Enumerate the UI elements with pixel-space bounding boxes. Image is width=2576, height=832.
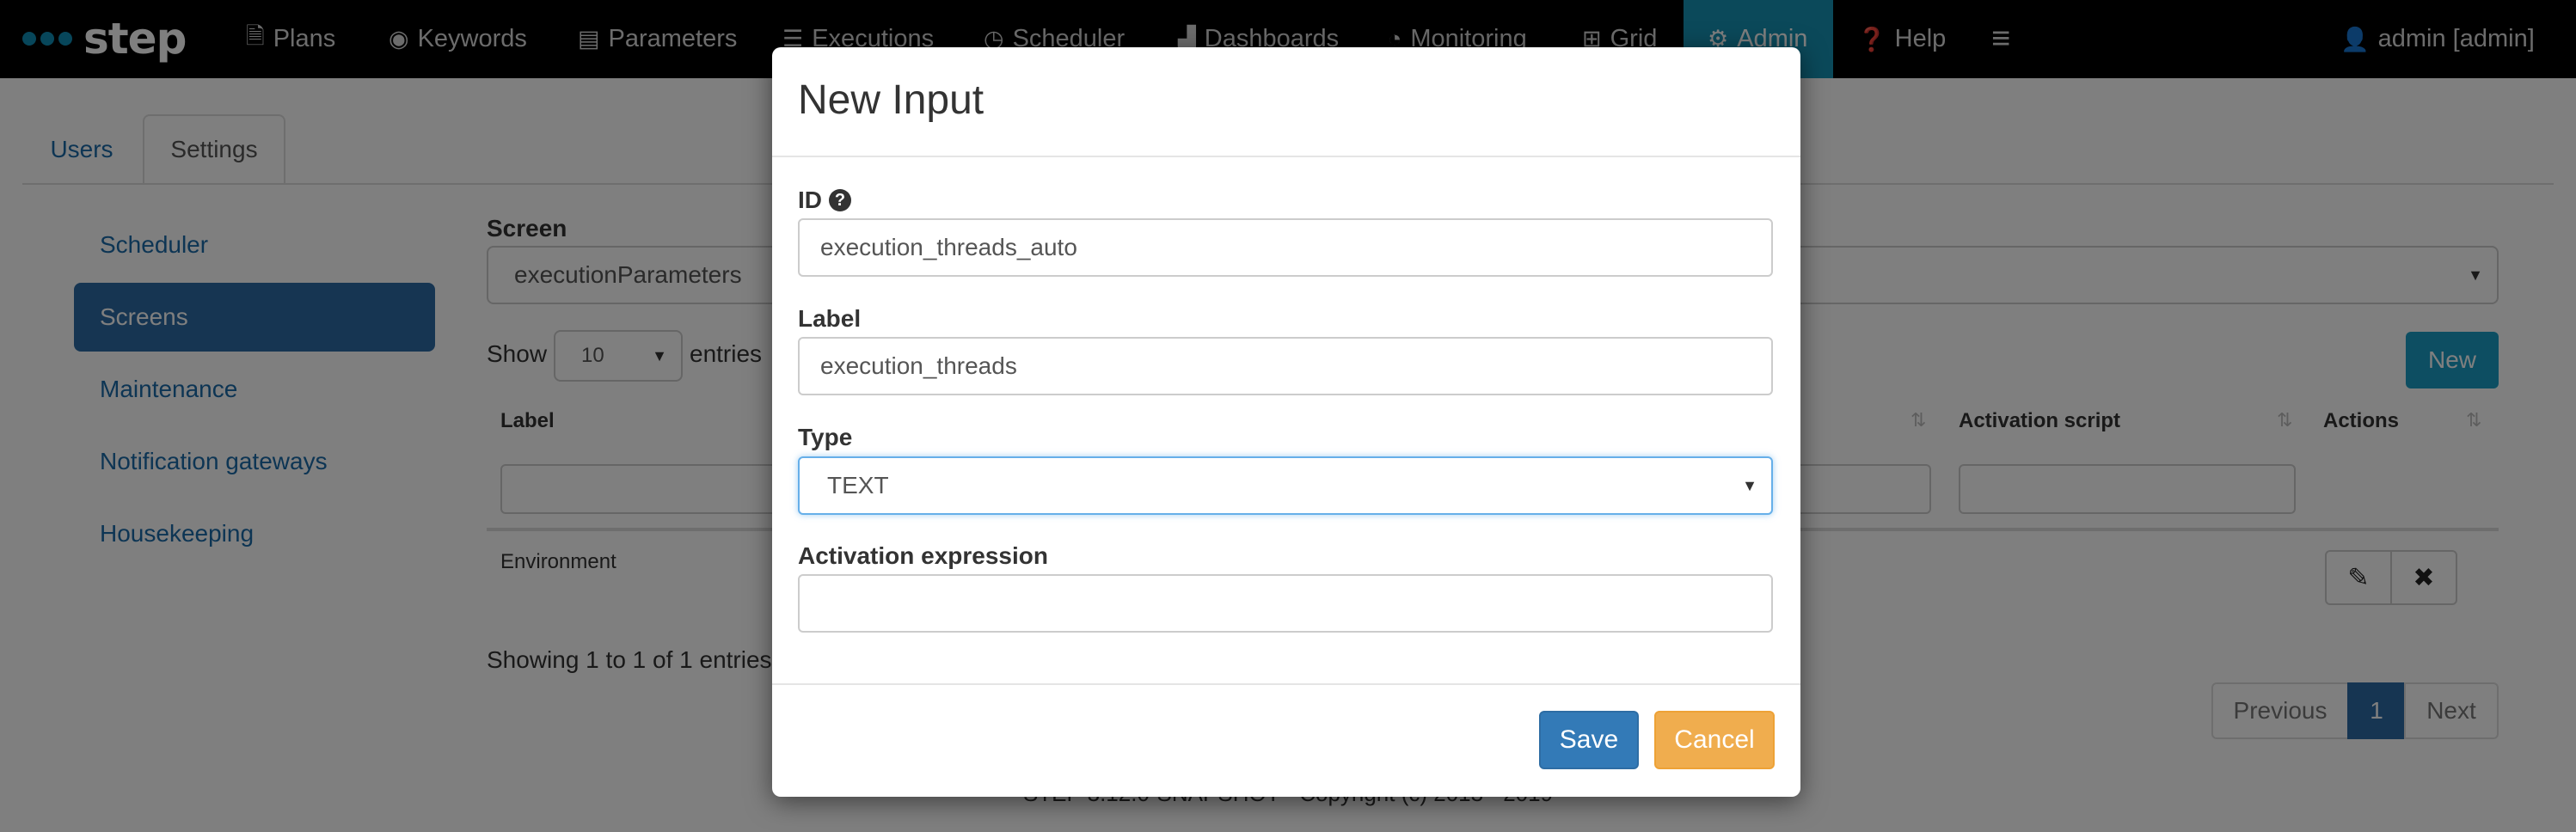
label-field[interactable]: execution_threads — [798, 337, 1773, 395]
type-label: Type — [798, 424, 853, 450]
cancel-button[interactable]: Cancel — [1654, 711, 1775, 769]
new-input-modal: New Input ID ? execution_threads_auto La… — [772, 47, 1800, 797]
label-label: Label — [798, 305, 862, 332]
modal-footer-divider — [772, 683, 1800, 685]
activation-expression-field[interactable] — [798, 574, 1773, 633]
activation-expression-label: Activation expression — [798, 542, 1048, 569]
modal-title: New Input — [798, 77, 984, 123]
id-field-value: execution_threads_auto — [820, 234, 1077, 260]
save-button[interactable]: Save — [1539, 711, 1639, 769]
type-select[interactable]: TEXT ▼ — [798, 456, 1773, 515]
id-field[interactable]: execution_threads_auto — [798, 218, 1773, 277]
type-select-value: TEXT — [827, 472, 889, 499]
modal-header: New Input — [772, 47, 1800, 157]
label-field-value: execution_threads — [820, 352, 1017, 379]
question-circle-icon[interactable]: ? — [829, 189, 851, 211]
chevron-down-icon: ▼ — [1742, 476, 1757, 494]
id-label-text: ID — [798, 187, 822, 213]
id-label: ID ? — [798, 187, 851, 214]
